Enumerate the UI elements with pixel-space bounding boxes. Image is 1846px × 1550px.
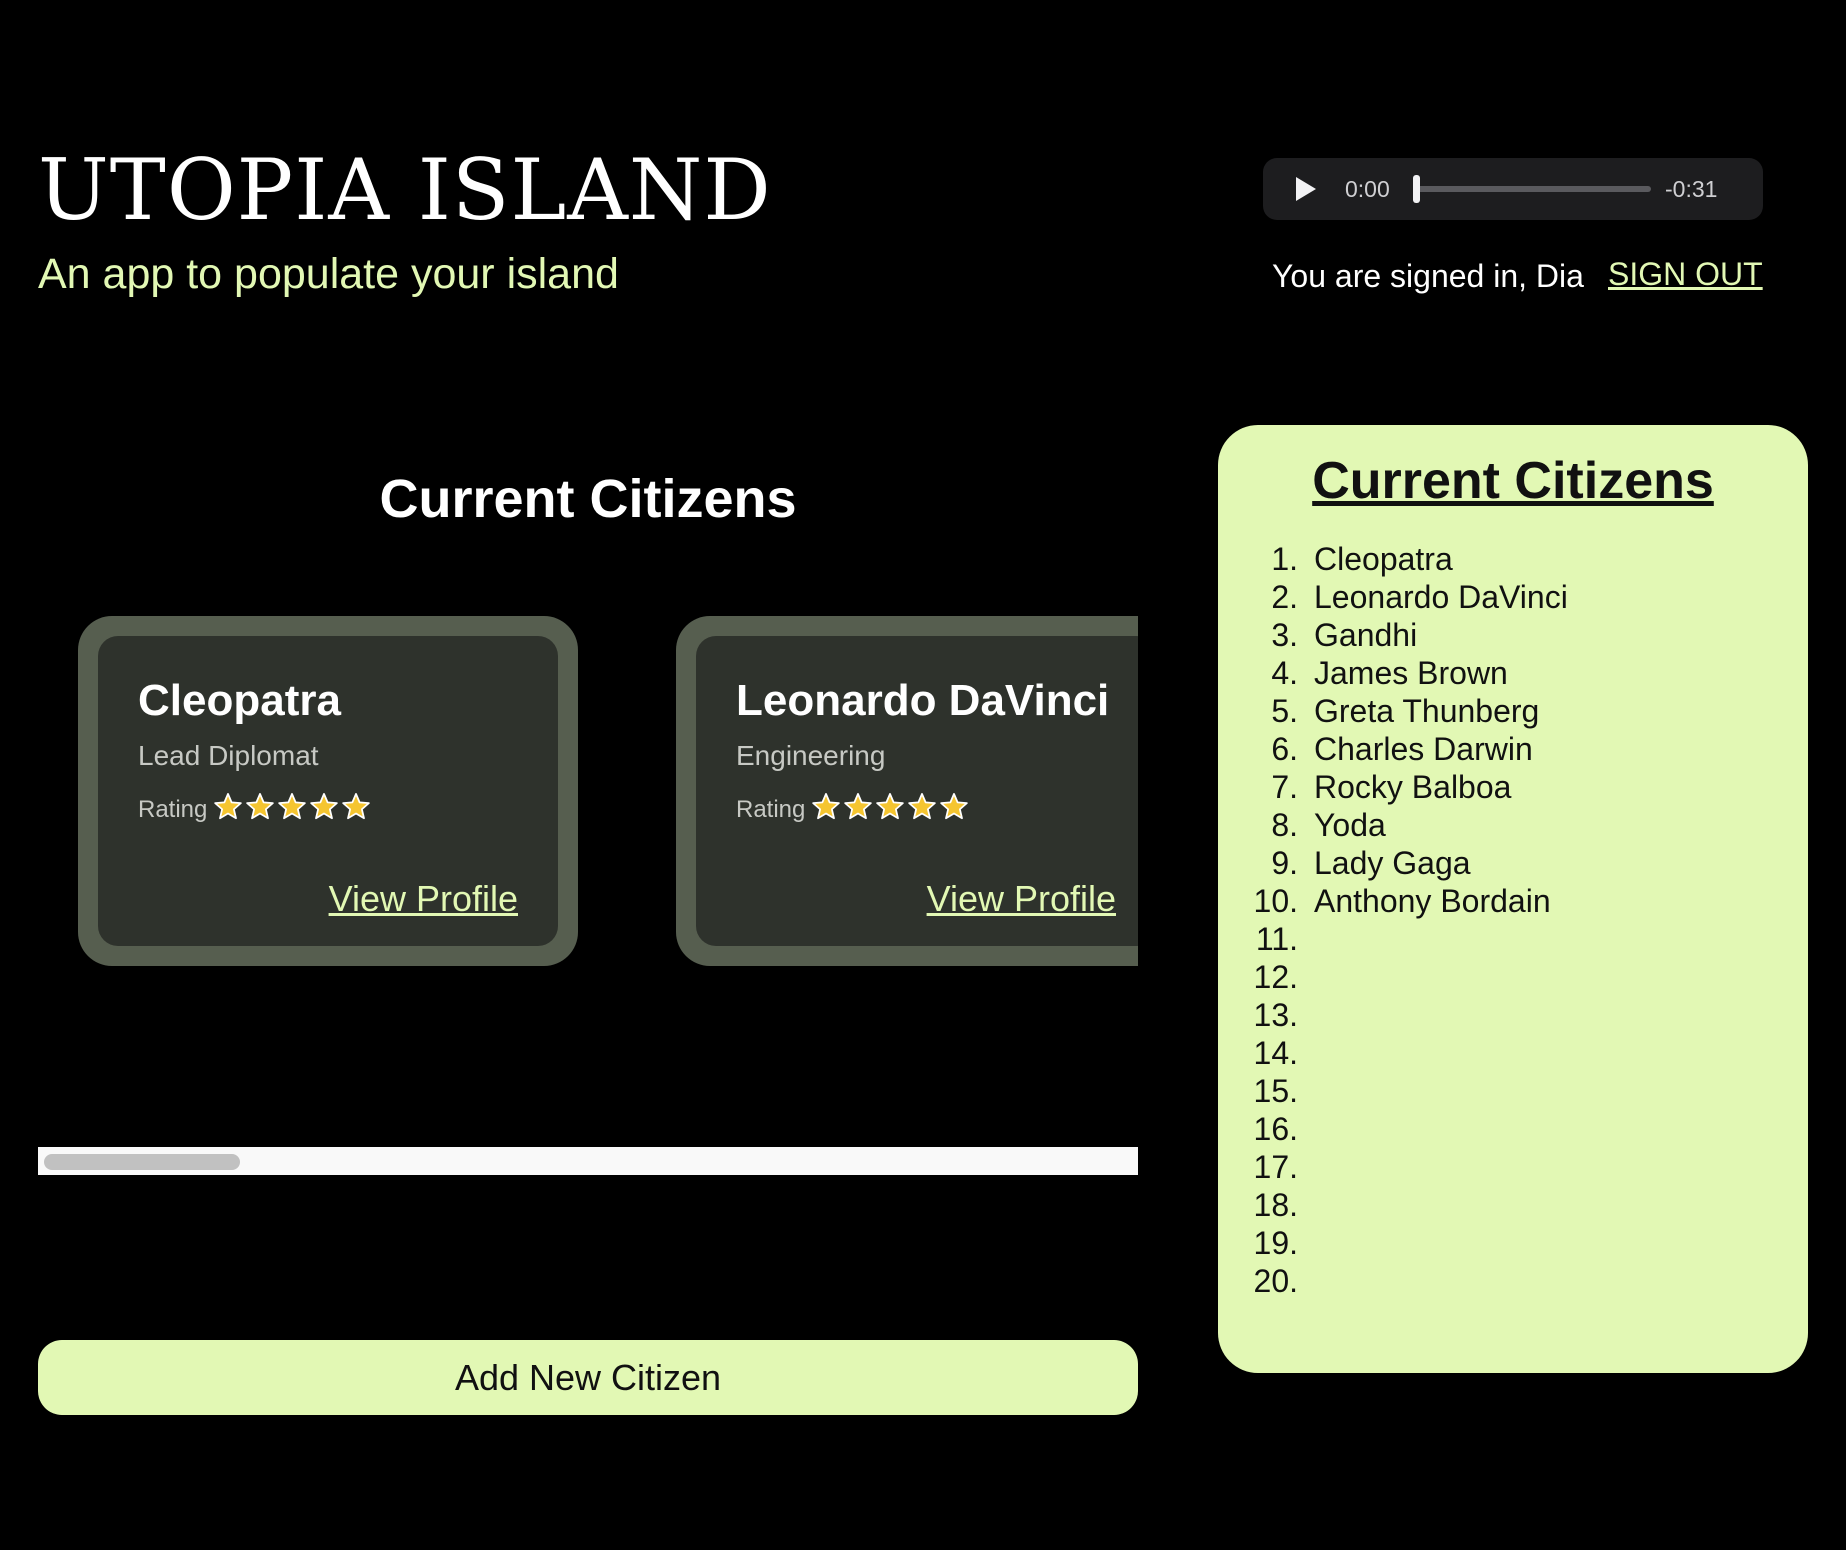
list-item-number: 14. — [1253, 1035, 1298, 1071]
list-item: 11. — [1238, 920, 1568, 958]
audio-scrubber-thumb[interactable] — [1413, 175, 1420, 203]
list-item-name: Cleopatra — [1314, 541, 1453, 577]
list-item: 17. — [1238, 1148, 1568, 1186]
list-item-number: 9. — [1271, 845, 1298, 881]
list-item: 1. Cleopatra — [1238, 540, 1568, 578]
star-icon — [278, 793, 307, 820]
audio-remaining-time: -0:31 — [1665, 175, 1718, 202]
list-item: 18. — [1238, 1186, 1568, 1224]
rating-label: Rating — [736, 795, 806, 823]
citizen-card-body: Cleopatra Lead Diplomat Rating View Prof… — [98, 636, 558, 946]
audio-scrubber[interactable] — [1413, 175, 1651, 203]
list-item-name: Yoda — [1314, 807, 1386, 843]
sign-out-link[interactable]: SIGN OUT — [1608, 256, 1763, 293]
citizen-name: Leonardo DaVinci — [736, 676, 1110, 725]
list-item-number: 2. — [1271, 579, 1298, 615]
citizen-name: Cleopatra — [138, 676, 341, 725]
citizen-rating: Rating — [736, 792, 971, 827]
audio-current-time: 0:00 — [1345, 175, 1390, 202]
list-item: 12. — [1238, 958, 1568, 996]
list-item-name: Anthony Bordain — [1314, 883, 1551, 919]
list-item-number: 6. — [1271, 731, 1298, 767]
citizen-role: Engineering — [736, 740, 886, 771]
page: UTOPIA ISLAND An app to populate your is… — [0, 0, 1846, 1550]
play-icon — [1296, 177, 1316, 201]
list-item-name: Charles Darwin — [1314, 731, 1533, 767]
list-item-number: 18. — [1253, 1187, 1298, 1223]
citizen-card: Leonardo DaVinci Engineering Rating View… — [676, 616, 1138, 966]
list-item-number: 8. — [1271, 807, 1298, 843]
star-icon — [844, 793, 873, 820]
rating-label: Rating — [138, 795, 208, 823]
list-item-number: 12. — [1253, 959, 1298, 995]
star-icon — [908, 793, 937, 820]
app-title: UTOPIA ISLAND — [38, 141, 772, 239]
list-item-name: Lady Gaga — [1314, 845, 1471, 881]
citizen-carousel[interactable]: Cleopatra Lead Diplomat Rating View Prof… — [38, 600, 1138, 980]
star-icon — [342, 793, 371, 820]
list-item-number: 20. — [1253, 1263, 1298, 1299]
list-item-number: 17. — [1253, 1149, 1298, 1185]
citizens-panel: Current Citizens 1. Cleopatra 2. Leonardo D… — [1218, 425, 1808, 1373]
list-item: 5. Greta Thunberg — [1238, 692, 1568, 730]
list-item-name: Leonardo DaVinci — [1314, 579, 1568, 615]
list-item-number: 19. — [1253, 1225, 1298, 1261]
play-button[interactable] — [1293, 174, 1319, 204]
list-item-number: 13. — [1253, 997, 1298, 1033]
star-icon — [310, 793, 339, 820]
list-item: 14. — [1238, 1034, 1568, 1072]
list-item-number: 10. — [1253, 883, 1298, 919]
list-item-number: 1. — [1271, 541, 1298, 577]
add-new-citizen-button[interactable]: Add New Citizen — [38, 1340, 1138, 1415]
list-item-number: 5. — [1271, 693, 1298, 729]
list-item: 20. — [1238, 1262, 1568, 1300]
star-icon — [940, 793, 969, 820]
list-item: 4. James Brown — [1238, 654, 1568, 692]
audio-player: 0:00 -0:31 — [1263, 158, 1763, 220]
list-item: 16. — [1238, 1110, 1568, 1148]
list-item-number: 7. — [1271, 769, 1298, 805]
list-item-name: Gandhi — [1314, 617, 1418, 653]
citizen-role: Lead Diplomat — [138, 740, 319, 771]
list-item: 10. Anthony Bordain — [1238, 882, 1568, 920]
list-item-number: 11. — [1255, 921, 1298, 957]
citizen-card: Cleopatra Lead Diplomat Rating View Prof… — [78, 616, 578, 966]
citizen-rating: Rating — [138, 792, 373, 827]
citizen-card-body: Leonardo DaVinci Engineering Rating View… — [696, 636, 1138, 946]
star-icon — [246, 793, 275, 820]
list-item: 13. — [1238, 996, 1568, 1034]
panel-title: Current Citizens — [1312, 452, 1714, 510]
list-item: 19. — [1238, 1224, 1568, 1262]
signed-in-text: You are signed in, Dia — [1272, 258, 1584, 294]
list-item-name: Greta Thunberg — [1314, 693, 1540, 729]
list-item-number: 15. — [1253, 1073, 1298, 1109]
app-subtitle: An app to populate your island — [38, 250, 619, 298]
list-item: 2. Leonardo DaVinci — [1238, 578, 1568, 616]
star-icon — [214, 793, 243, 820]
list-item-number: 16. — [1253, 1111, 1298, 1147]
star-icon — [876, 793, 905, 820]
view-profile-link[interactable]: View Profile — [329, 878, 518, 920]
list-item: 6. Charles Darwin — [1238, 730, 1568, 768]
list-item: 9. Lady Gaga — [1238, 844, 1568, 882]
list-item-name: James Brown — [1314, 655, 1508, 691]
list-item: 15. — [1238, 1072, 1568, 1110]
rating-stars — [811, 792, 971, 827]
list-item-number: 3. — [1271, 617, 1298, 653]
section-title: Current Citizens — [379, 469, 797, 529]
citizens-list: 1. Cleopatra 2. Leonardo DaVinci 3. Gandhi 4. J… — [1238, 540, 1568, 1300]
rating-stars — [213, 792, 373, 827]
list-item: 8. Yoda — [1238, 806, 1568, 844]
carousel-scrollbar[interactable] — [38, 1147, 1138, 1175]
list-item: 3. Gandhi — [1238, 616, 1568, 654]
list-item-name: Rocky Balboa — [1314, 769, 1512, 805]
carousel-scrollbar-thumb[interactable] — [44, 1154, 240, 1170]
star-icon — [812, 793, 841, 820]
view-profile-link[interactable]: View Profile — [927, 878, 1116, 920]
list-item: 7. Rocky Balboa — [1238, 768, 1568, 806]
list-item-number: 4. — [1271, 655, 1298, 691]
